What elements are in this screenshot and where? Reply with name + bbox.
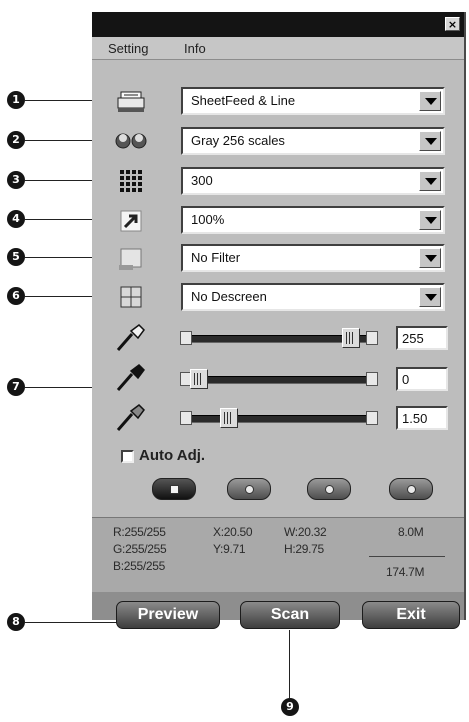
rotate-icon — [325, 485, 334, 494]
slider-thumb[interactable] — [190, 369, 208, 389]
gray-point-value[interactable]: 1.50 — [396, 406, 448, 430]
gray-point-slider[interactable] — [180, 407, 378, 429]
info-divider — [369, 556, 445, 557]
chevron-down-icon[interactable] — [419, 210, 441, 230]
descreen-icon — [120, 286, 142, 308]
callout-3: 3 — [7, 171, 25, 189]
black-point-eyedropper-icon — [116, 364, 145, 391]
descreen-value: No Descreen — [191, 289, 267, 304]
callout-2: 2 — [7, 131, 25, 149]
chevron-down-icon[interactable] — [419, 131, 441, 151]
filter-value: No Filter — [191, 250, 241, 265]
color-mode-icon — [115, 133, 147, 149]
menu-bar: Setting Info — [92, 37, 464, 60]
callout-9-line — [289, 630, 290, 698]
callout-9: 9 — [281, 698, 299, 716]
slider-max-stop — [366, 411, 378, 425]
color-mode-value: Gray 256 scales — [191, 133, 285, 148]
auto-adjust-label: Auto Adj. — [139, 447, 206, 464]
resolution-select[interactable]: 300 — [181, 167, 445, 195]
black-point-slider[interactable] — [180, 368, 378, 390]
slider-min-stop — [180, 411, 192, 425]
info-size-total: 174.7M — [386, 565, 425, 579]
info-h: H:29.75 — [284, 542, 324, 556]
black-point-value[interactable]: 0 — [396, 367, 448, 391]
scan-button[interactable]: Scan — [240, 601, 340, 629]
info-size-current: 8.0M — [398, 525, 424, 539]
info-r: R:255/255 — [113, 525, 166, 539]
white-point-slider[interactable] — [180, 327, 378, 349]
slider-min-stop — [180, 331, 192, 345]
info-w: W:20.32 — [284, 525, 327, 539]
chevron-down-icon[interactable] — [419, 171, 441, 191]
chevron-down-icon[interactable] — [419, 91, 441, 111]
options-button[interactable] — [389, 478, 433, 500]
white-point-eyedropper-icon — [116, 324, 145, 351]
callout-7: 7 — [7, 378, 25, 396]
scale-icon — [120, 210, 142, 232]
circle-icon — [407, 485, 416, 494]
callout-5: 5 — [7, 248, 25, 266]
chevron-down-icon[interactable] — [419, 248, 441, 268]
chevron-down-icon[interactable] — [419, 287, 441, 307]
descreen-select[interactable]: No Descreen — [181, 283, 445, 311]
slider-thumb[interactable] — [220, 408, 238, 428]
close-button[interactable]: × — [445, 17, 460, 31]
info-g: G:255/255 — [113, 542, 167, 556]
exit-button[interactable]: Exit — [362, 601, 460, 629]
slider-thumb[interactable] — [342, 328, 360, 348]
callout-6: 6 — [7, 287, 25, 305]
gray-point-eyedropper-icon — [116, 404, 145, 431]
white-point-value[interactable]: 255 — [396, 326, 448, 350]
slider-max-stop — [366, 372, 378, 386]
rotate-button[interactable] — [307, 478, 351, 500]
slider-max-stop — [366, 331, 378, 345]
menu-setting[interactable]: Setting — [108, 41, 148, 56]
color-mode-select[interactable]: Gray 256 scales — [181, 127, 445, 155]
info-y: Y:9.71 — [213, 542, 246, 556]
resolution-icon — [120, 170, 142, 192]
filter-select[interactable]: No Filter — [181, 244, 445, 272]
resolution-value: 300 — [191, 173, 213, 188]
auto-adjust-checkbox[interactable] — [121, 450, 134, 463]
scanner-window: × Setting Info SheetFeed & Line Gray 256… — [92, 12, 466, 629]
preview-button[interactable]: Preview — [116, 601, 220, 629]
info-b: B:255/255 — [113, 559, 166, 573]
callout-4: 4 — [7, 210, 25, 228]
slider-track — [186, 415, 372, 423]
callout-8-line — [25, 622, 120, 623]
circle-icon — [245, 485, 254, 494]
scale-select[interactable]: 100% — [181, 206, 445, 234]
info-x: X:20.50 — [213, 525, 253, 539]
callout-8: 8 — [7, 613, 25, 631]
preview-mode-button[interactable] — [227, 478, 271, 500]
title-bar: × — [92, 12, 464, 37]
scale-value: 100% — [191, 212, 225, 227]
filter-icon — [119, 248, 142, 270]
callout-1: 1 — [7, 91, 25, 109]
scanner-icon — [117, 91, 145, 112]
scan-source-value: SheetFeed & Line — [191, 93, 296, 108]
square-icon — [170, 485, 179, 494]
slider-track — [186, 376, 372, 384]
scan-source-select[interactable]: SheetFeed & Line — [181, 87, 445, 115]
menu-info[interactable]: Info — [184, 41, 206, 56]
image-type-button[interactable] — [152, 478, 196, 500]
